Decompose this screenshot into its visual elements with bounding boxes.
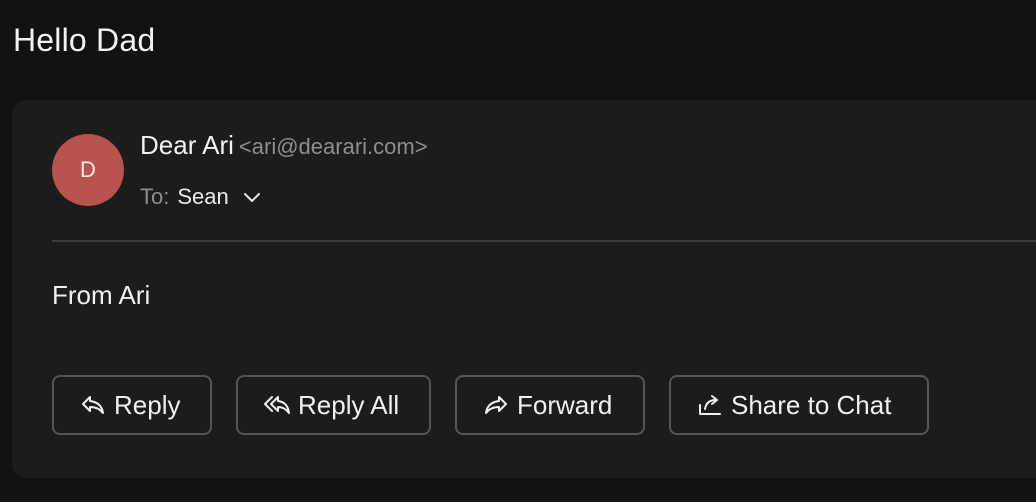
chevron-down-icon[interactable] [243, 188, 261, 206]
email-message-card: D Dear Ari <ari@dearari.com> To: Sean Fro… [12, 100, 1036, 478]
reply-icon [80, 392, 106, 418]
share-icon [697, 392, 723, 418]
recipient-name[interactable]: Sean [177, 184, 228, 210]
email-body: From Ari [52, 280, 151, 310]
sender-line: Dear Ari <ari@dearari.com> [140, 130, 428, 161]
email-subject: Hello Dad [13, 22, 156, 58]
reply-all-button[interactable]: Reply All [236, 375, 431, 435]
sender-email[interactable]: <ari@dearari.com> [239, 134, 428, 159]
recipients-line: To: Sean [140, 184, 261, 210]
forward-button[interactable]: Forward [455, 375, 645, 435]
to-label: To: [140, 184, 170, 209]
reply-all-label: Reply All [298, 389, 400, 420]
sender-name[interactable]: Dear Ari [140, 130, 234, 160]
header-divider [52, 240, 1036, 242]
share-to-chat-button[interactable]: Share to Chat [669, 375, 929, 435]
avatar-initial: D [80, 157, 96, 182]
forward-icon [483, 392, 509, 418]
sender-avatar[interactable]: D [52, 134, 124, 206]
forward-label: Forward [517, 389, 613, 420]
reply-label: Reply [114, 389, 181, 420]
reply-all-icon [264, 392, 290, 418]
reply-button[interactable]: Reply [52, 375, 212, 435]
share-to-chat-label: Share to Chat [731, 389, 892, 420]
